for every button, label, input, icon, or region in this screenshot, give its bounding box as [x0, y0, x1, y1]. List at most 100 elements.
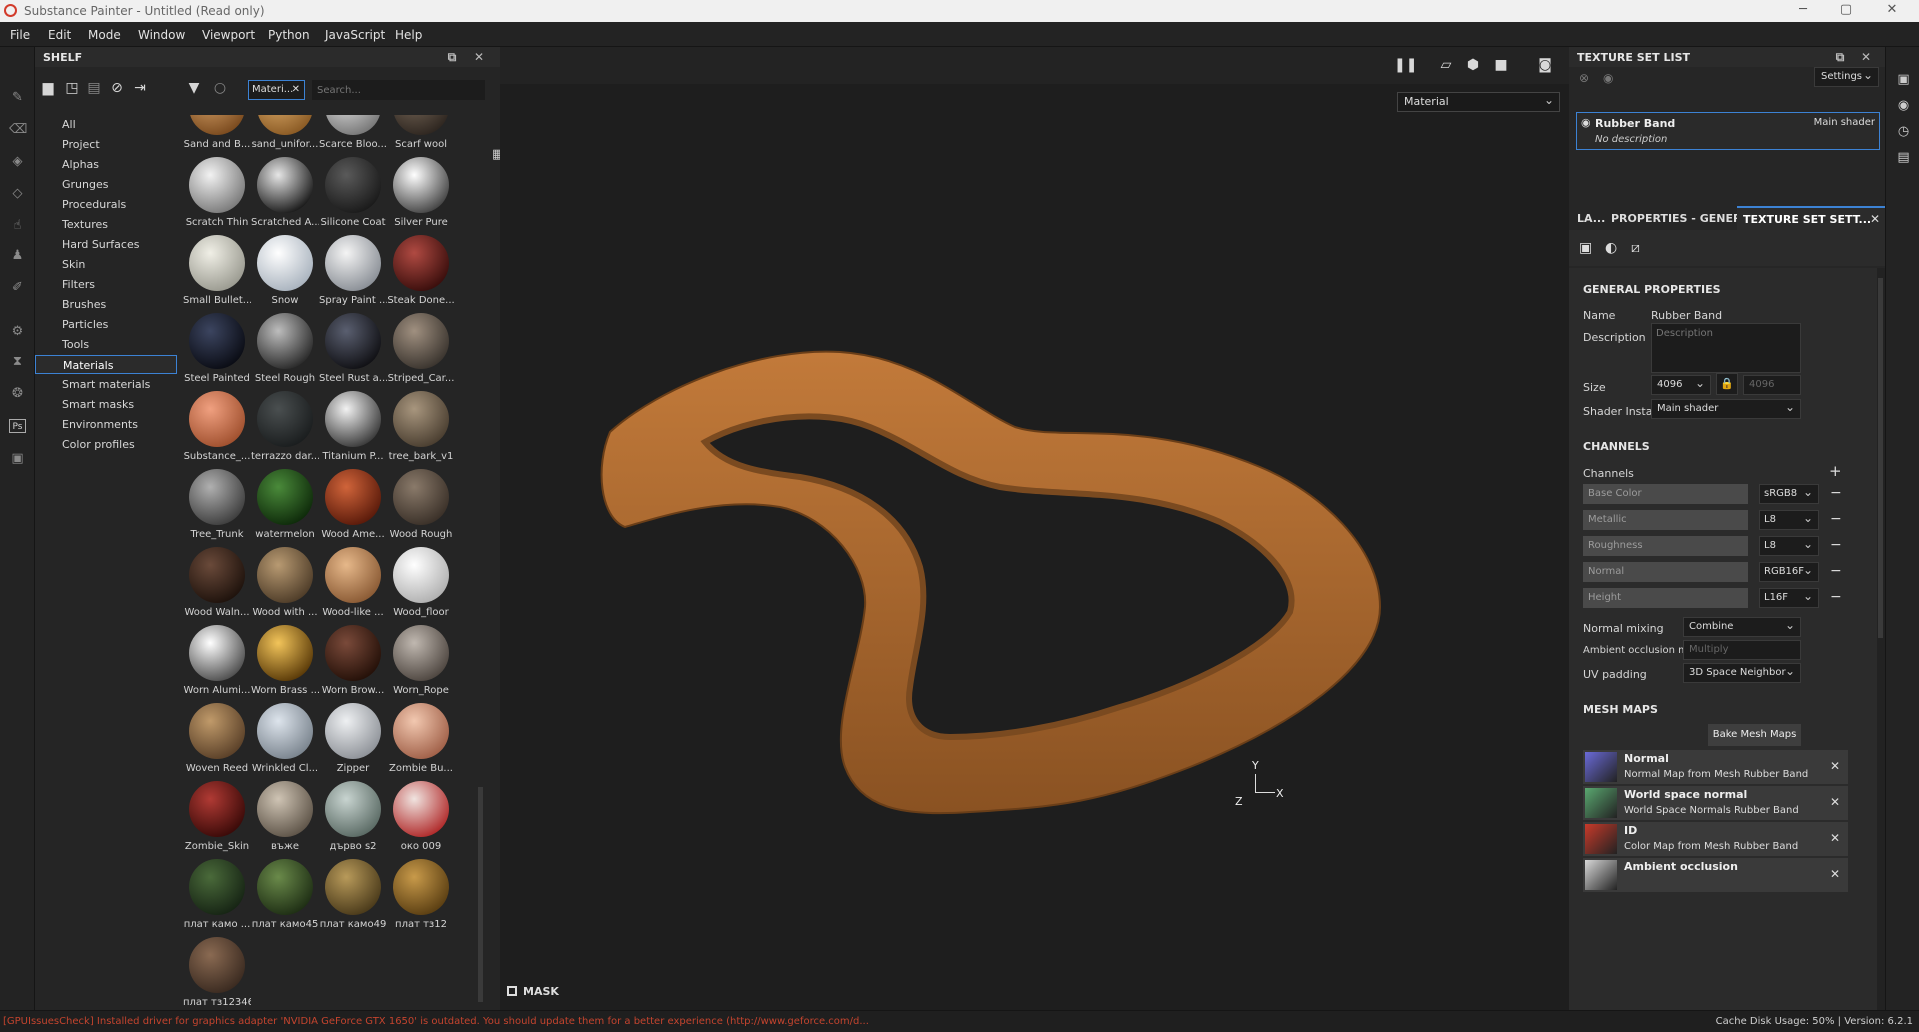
material-thumbnail[interactable]: Worn Alumi...: [183, 625, 251, 703]
mask-checkbox-icon[interactable]: [507, 986, 517, 996]
close-tab-icon[interactable]: ✕: [1870, 212, 1880, 226]
mesh-map-item[interactable]: Normal Normal Map from Mesh Rubber Band ✕: [1583, 750, 1848, 784]
material-thumbnail[interactable]: Scarce Bloo...: [319, 115, 387, 157]
menu-file[interactable]: File: [10, 28, 30, 42]
channel-format-select[interactable]: RGB16F: [1759, 561, 1819, 582]
category-project[interactable]: Project: [35, 135, 177, 154]
material-thumbnail[interactable]: Steel Rust a...: [319, 313, 387, 391]
folder-icon[interactable]: ▆: [39, 79, 57, 97]
material-thumbnail[interactable]: Scarf wool: [387, 115, 455, 157]
material-thumbnail[interactable]: плат камо49: [319, 859, 387, 937]
material-thumbnail[interactable]: Wood_floor: [387, 547, 455, 625]
history-icon[interactable]: ◷: [1895, 125, 1912, 139]
material-thumbnail[interactable]: Worn Brow...: [319, 625, 387, 703]
mesh-map-item[interactable]: World space normal World Space Normals Ru…: [1583, 786, 1848, 820]
material-thumbnail[interactable]: Worn_Rope: [387, 625, 455, 703]
projection-icon[interactable]: ◈: [9, 155, 26, 169]
channel-format-select[interactable]: L8: [1759, 535, 1819, 556]
visibility-eye-icon[interactable]: ◉: [1581, 116, 1591, 129]
remove-channel-icon[interactable]: −: [1830, 563, 1842, 579]
circle-filter-icon[interactable]: ○: [211, 79, 229, 97]
material-thumbnail[interactable]: Worn Brass ...: [251, 625, 319, 703]
smudge-icon[interactable]: ☝: [9, 219, 26, 233]
color-picker-icon[interactable]: ✐: [9, 281, 26, 295]
mesh-map-item[interactable]: Ambient occlusion ✕: [1583, 858, 1848, 892]
category-textures[interactable]: Textures: [35, 215, 177, 234]
bake-mesh-maps-button[interactable]: Bake Mesh Maps: [1708, 724, 1801, 746]
close-tsl-icon[interactable]: ✕: [1859, 50, 1873, 64]
menu-help[interactable]: Help: [395, 28, 422, 42]
material-thumbnail[interactable]: Silver Pure: [387, 157, 455, 235]
close-panel-icon[interactable]: ✕: [472, 50, 486, 64]
close-window-button[interactable]: ✕: [1872, 0, 1912, 22]
display-settings-icon[interactable]: ▣: [1895, 73, 1912, 87]
material-thumbnail[interactable]: Zipper: [319, 703, 387, 781]
mask-toggle[interactable]: MASK: [507, 985, 559, 998]
tab-properties[interactable]: PROPERTIES - GENER...: [1611, 212, 1754, 225]
eye-toggle-icon[interactable]: ◉: [1603, 71, 1613, 85]
material-thumbnail[interactable]: terrazzo dar...: [251, 391, 319, 469]
material-thumbnail[interactable]: дърво s2: [319, 781, 387, 859]
viewport[interactable]: ❚❚ ▱ ⬢ ■ ◙ Material Y X Z MASK: [500, 47, 1569, 1010]
remove-mesh-map-icon[interactable]: ✕: [1830, 795, 1840, 809]
texture-set-item[interactable]: ◉ Rubber Band Main shader No description: [1576, 112, 1880, 150]
normal-mixing-select[interactable]: Combine: [1683, 616, 1801, 637]
material-thumbnail[interactable]: Zombie_Skin: [183, 781, 251, 859]
undock-icon[interactable]: ⧉: [445, 50, 459, 64]
material-thumbnail[interactable]: Zombie Bu...: [387, 703, 455, 781]
material-thumbnail[interactable]: Striped_Car...: [387, 313, 455, 391]
category-filters[interactable]: Filters: [35, 275, 177, 294]
filter-tag[interactable]: Materi... ✕: [248, 80, 305, 100]
category-color-profiles[interactable]: Color profiles: [35, 435, 177, 454]
material-thumbnail[interactable]: Scratched A...: [251, 157, 319, 235]
import-icon[interactable]: ⇥: [131, 79, 149, 97]
uv-icon[interactable]: ⧄: [1631, 240, 1640, 256]
material-thumbnail[interactable]: Steak Done...: [387, 235, 455, 313]
material-thumbnail[interactable]: Substance_...: [183, 391, 251, 469]
channel-name[interactable]: Base Color: [1583, 484, 1748, 504]
eraser-icon[interactable]: ⌫: [9, 123, 27, 137]
category-hard-surfaces[interactable]: Hard Surfaces: [35, 235, 177, 254]
shelf-scrollbar[interactable]: [478, 787, 483, 1002]
log-icon[interactable]: ▤: [1895, 151, 1912, 165]
material-thumbnail[interactable]: Wood Waln...: [183, 547, 251, 625]
material-thumbnail[interactable]: плат камо45: [251, 859, 319, 937]
library-icon[interactable]: ▤: [85, 79, 103, 97]
menu-python[interactable]: Python: [268, 28, 310, 42]
material-thumbnail[interactable]: tree_bark_v1: [387, 391, 455, 469]
description-field[interactable]: [1651, 323, 1801, 373]
link-icon[interactable]: ⊗: [1579, 71, 1589, 85]
channel-name[interactable]: Metallic: [1583, 510, 1748, 530]
category-smart-materials[interactable]: Smart materials: [35, 375, 177, 394]
bake-icon[interactable]: ⚙: [9, 325, 26, 339]
material-thumbnail[interactable]: Wood Rough: [387, 469, 455, 547]
menu-viewport[interactable]: Viewport: [202, 28, 255, 42]
material-thumbnail[interactable]: Wrinkled Cl...: [251, 703, 319, 781]
menu-javascript[interactable]: JavaScript: [325, 28, 385, 42]
clone-stamp-icon[interactable]: ♟: [9, 249, 26, 263]
settings-dropdown[interactable]: Settings: [1814, 66, 1879, 87]
undock-tsl-icon[interactable]: ⧉: [1833, 50, 1847, 64]
category-particles[interactable]: Particles: [35, 315, 177, 334]
mesh-map-item[interactable]: ID Color Map from Mesh Rubber Band ✕: [1583, 822, 1848, 856]
material-thumbnail[interactable]: въже: [251, 781, 319, 859]
filter-icon[interactable]: ▼: [185, 79, 203, 97]
properties-scrollbar[interactable]: [1878, 278, 1883, 638]
material-thumbnail[interactable]: Spray Paint ...: [319, 235, 387, 313]
viewer-settings-icon[interactable]: ◉: [1895, 99, 1912, 113]
material-thumbnail[interactable]: Snow: [251, 235, 319, 313]
tab-layers[interactable]: LA...: [1577, 212, 1605, 225]
new-item-icon[interactable]: ◳: [63, 79, 81, 97]
lock-icon[interactable]: 🔒: [1716, 373, 1738, 395]
remove-channel-icon[interactable]: −: [1830, 589, 1842, 605]
channel-name[interactable]: Height: [1583, 588, 1748, 608]
material-thumbnail[interactable]: плат тз12: [387, 859, 455, 937]
category-environments[interactable]: Environments: [35, 415, 177, 434]
remove-mesh-map-icon[interactable]: ✕: [1830, 759, 1840, 773]
material-thumbnail[interactable]: око 009: [387, 781, 455, 859]
material-thumbnail[interactable]: Tree_Trunk: [183, 469, 251, 547]
maximize-button[interactable]: ▢: [1826, 0, 1866, 22]
uv-padding-select[interactable]: 3D Space Neighbor: [1683, 662, 1801, 683]
category-brushes[interactable]: Brushes: [35, 295, 177, 314]
material-thumbnail[interactable]: Wood Ame...: [319, 469, 387, 547]
